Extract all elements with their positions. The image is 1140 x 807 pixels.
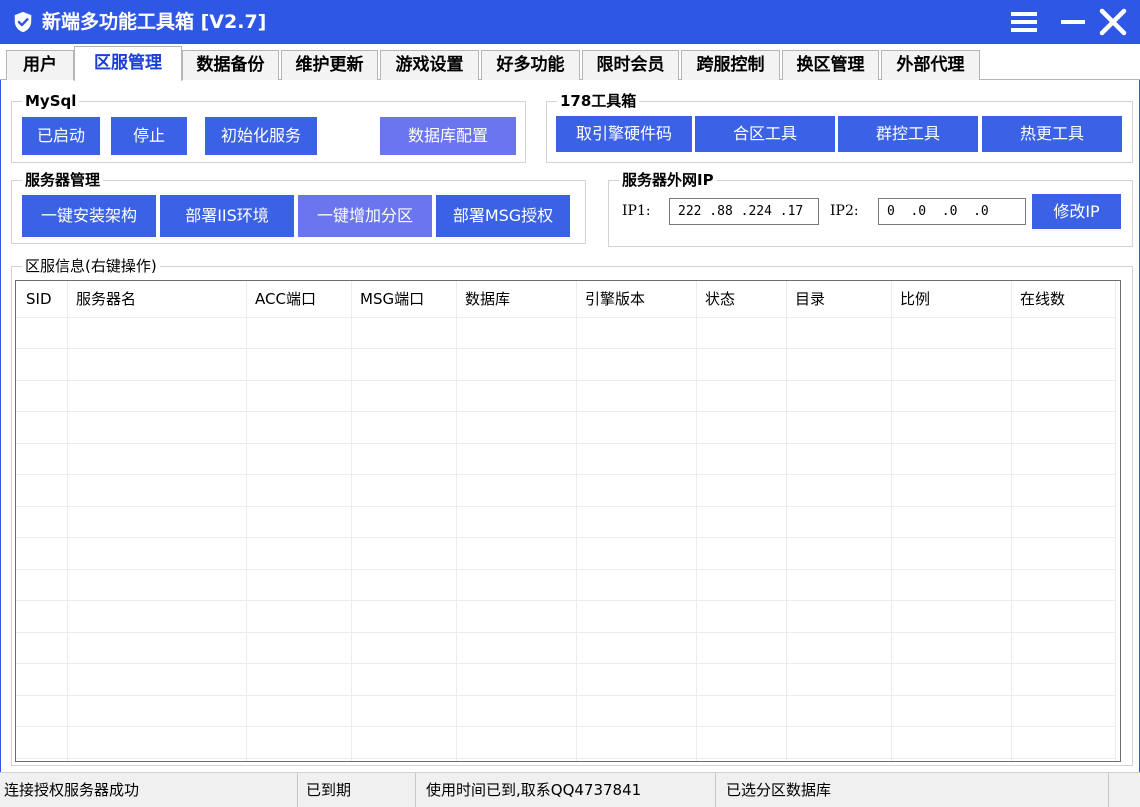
grid-row-divider [16,380,1116,381]
tab-data-backup[interactable]: 数据备份 [182,50,279,80]
tab-many-functions[interactable]: 好多功能 [481,50,580,80]
grid-column-divider [456,281,457,761]
ip1-label: IP1: [622,203,651,219]
tab-zone-switch[interactable]: 换区管理 [782,50,879,80]
mysql-started-button[interactable]: 已启动 [22,117,100,155]
external-ip-group-title: 服务器外网IP [619,170,717,190]
tab-cross-server-control[interactable]: 跨服控制 [681,50,780,80]
ip1-input[interactable]: 222 .88 .224 .17 [669,198,819,225]
column-header-online-count[interactable]: 在线数 [1012,281,1116,317]
get-engine-hwid-button[interactable]: 取引擎硬件码 [556,116,692,152]
deploy-iis-button[interactable]: 部署IIS环境 [160,195,294,237]
tab-maintenance-update[interactable]: 维护更新 [281,50,378,80]
database-config-button[interactable]: 数据库配置 [380,117,516,155]
grid-row-divider [16,663,1116,664]
column-header-msg-port[interactable]: MSG端口 [352,281,457,317]
group-control-tool-button[interactable]: 群控工具 [838,116,978,152]
grid-row-divider [16,600,1116,601]
column-header-status[interactable]: 状态 [697,281,787,317]
grid-column-divider [67,281,68,761]
status-bar: 连接授权服务器成功 已到期 使用时间已到,取系QQ4737841 已选分区数据库 [0,772,1140,807]
grid-row-divider [16,348,1116,349]
hamburger-icon[interactable] [1008,6,1040,38]
grid-row-divider [16,474,1116,475]
shield-check-icon [14,11,32,33]
mysql-init-service-button[interactable]: 初始化服务 [205,117,317,155]
status-expiry: 已到期 [298,773,416,807]
grid-row-divider [16,317,1116,318]
one-click-add-zone-button[interactable]: 一键增加分区 [298,195,432,237]
column-header-directory[interactable]: 目录 [787,281,892,317]
tab-timed-membership[interactable]: 限时会员 [582,50,679,80]
tab-users[interactable]: 用户 [6,50,74,80]
title-bar: 新端多功能工具箱 [V2.7] [0,0,1140,44]
tab-game-settings[interactable]: 游戏设置 [380,50,479,80]
minimize-icon[interactable] [1057,6,1089,38]
tools-178-group-title: 178工具箱 [557,91,640,111]
grid-row-divider [16,569,1116,570]
server-management-group-title: 服务器管理 [22,170,104,190]
column-header-ratio[interactable]: 比例 [892,281,1012,317]
grid-column-divider [1115,281,1116,761]
grid-column-divider [351,281,352,761]
close-icon[interactable] [1097,6,1129,38]
column-header-database[interactable]: 数据库 [457,281,577,317]
merge-zone-tool-button[interactable]: 合区工具 [695,116,835,152]
tab-external-proxy[interactable]: 外部代理 [881,50,980,80]
grid-column-divider [246,281,247,761]
tab-content-zone-management: MySql 已启动 停止 初始化服务 数据库配置 178工具箱 取引擎硬件码 合… [0,80,1140,772]
zone-info-group-title: 区服信息(右键操作) [22,256,160,276]
grid-row-divider [16,537,1116,538]
tab-zone-management[interactable]: 区服管理 [74,46,182,81]
column-header-engine-version[interactable]: 引擎版本 [577,281,697,317]
grid-column-divider [576,281,577,761]
zone-list-table[interactable]: SID 服务器名 ACC端口 MSG端口 数据库 引擎版本 状态 目录 比例 在… [15,280,1121,762]
mysql-group-title: MySql [22,91,80,111]
status-selected-db: 已选分区数据库 [716,773,1109,807]
column-header-server-name[interactable]: 服务器名 [68,281,248,317]
grid-column-divider [1011,281,1012,761]
mysql-stop-button[interactable]: 停止 [111,117,187,155]
tab-bar: 用户 区服管理 数据备份 维护更新 游戏设置 好多功能 限时会员 跨服控制 换区… [0,44,1140,81]
ip2-input[interactable]: 0 .0 .0 .0 [878,198,1026,225]
grid-column-divider [786,281,787,761]
grid-row-divider [16,411,1116,412]
grid-row-divider [16,758,1116,759]
status-extra [1109,773,1140,807]
ip2-label: IP2: [830,203,859,219]
modify-ip-button[interactable]: 修改IP [1032,194,1121,229]
grid-row-divider [16,506,1116,507]
window-title: 新端多功能工具箱 [V2.7] [42,11,267,33]
grid-column-divider [891,281,892,761]
column-header-sid[interactable]: SID [18,281,68,317]
grid-column-divider [696,281,697,761]
grid-row-divider [16,443,1116,444]
deploy-msg-license-button[interactable]: 部署MSG授权 [436,195,570,237]
grid-row-divider [16,632,1116,633]
status-auth-connection: 连接授权服务器成功 [0,773,298,807]
hot-update-tool-button[interactable]: 热更工具 [982,116,1122,152]
one-click-install-button[interactable]: 一键安装架构 [22,195,156,237]
status-usage-time: 使用时间已到,取系QQ4737841 [416,773,716,807]
grid-row-divider [16,726,1116,727]
grid-row-divider [16,695,1116,696]
column-header-acc-port[interactable]: ACC端口 [247,281,352,317]
